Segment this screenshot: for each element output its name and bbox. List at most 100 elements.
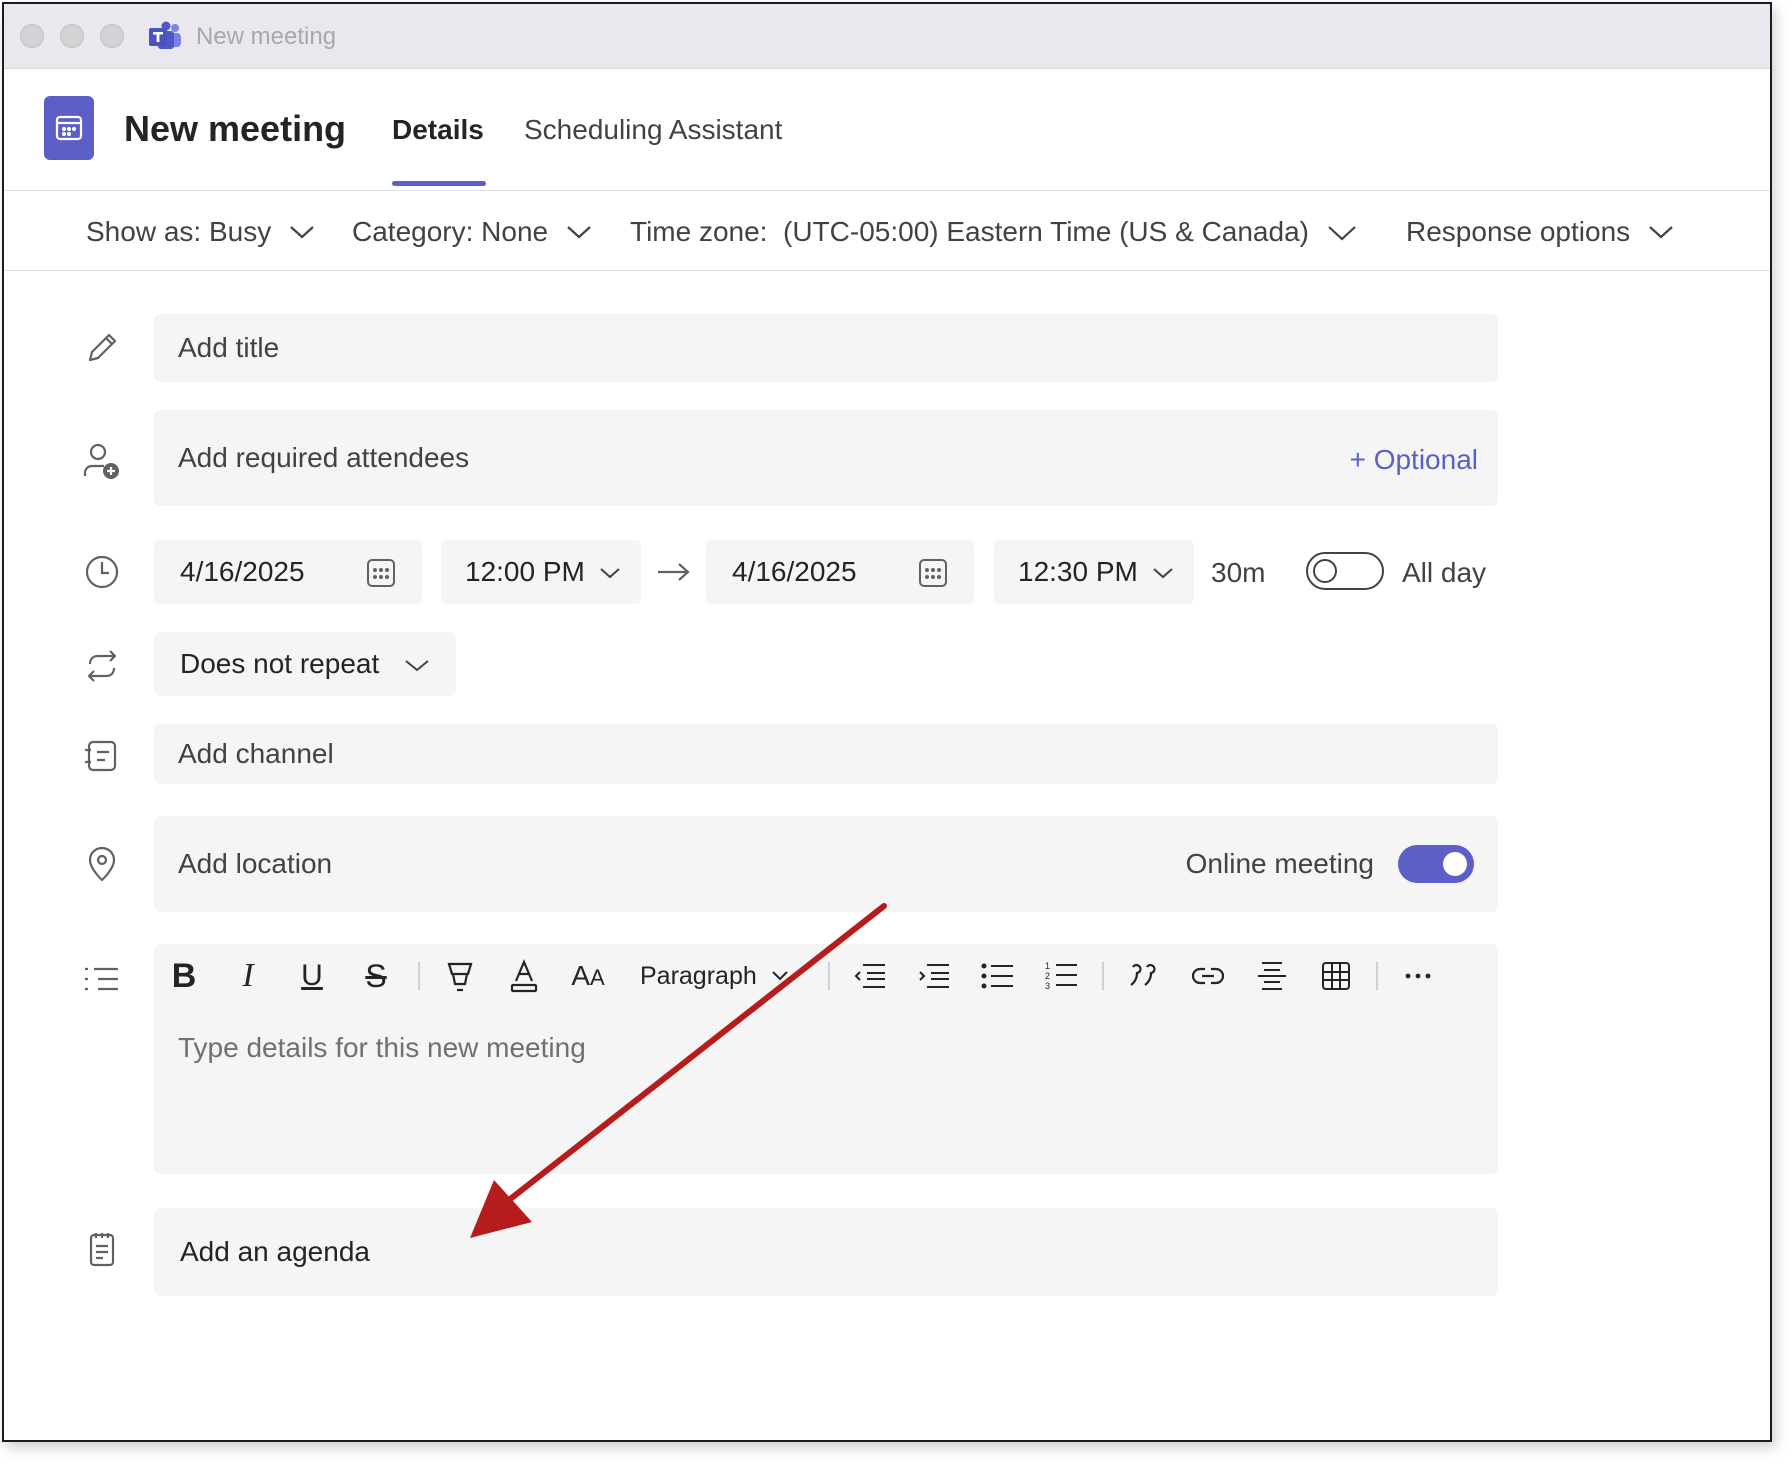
toolbar-separator (828, 962, 830, 990)
end-time-dropdown[interactable]: 12:30 PM (994, 540, 1194, 604)
calendar-icon (918, 558, 948, 588)
svg-text:3: 3 (1045, 981, 1050, 991)
optional-attendees-link[interactable]: + Optional (1350, 444, 1478, 476)
all-day-toggle[interactable] (1306, 552, 1384, 590)
bold-button[interactable]: B (162, 954, 206, 998)
end-time-value: 12:30 PM (1018, 556, 1138, 587)
details-placeholder: Type details for this new meeting (178, 1032, 586, 1063)
category-label: Category: None (352, 216, 549, 247)
location-pin-icon (82, 844, 122, 884)
indent-icon (917, 962, 951, 990)
end-date-value: 4/16/2025 (732, 556, 857, 587)
calendar-icon (55, 114, 83, 142)
zoom-window-button[interactable] (100, 24, 124, 48)
start-date-picker[interactable]: 4/16/2025 (154, 540, 422, 604)
underline-button[interactable]: U (290, 954, 334, 998)
calendar-icon (366, 558, 396, 588)
tab-details[interactable]: Details (392, 114, 484, 146)
all-day-label: All day (1402, 557, 1487, 588)
repeat-icon (82, 646, 122, 686)
paragraph-style-label: Paragraph (640, 961, 757, 990)
arrow-right-icon (656, 560, 692, 584)
title-placeholder: Add title (178, 332, 280, 363)
details-list-icon (82, 960, 122, 1000)
highlight-button[interactable] (438, 954, 482, 998)
show-as-dropdown[interactable]: Show as: Busy (86, 216, 315, 248)
page-title: New meeting (124, 108, 347, 149)
toolbar-separator (418, 962, 420, 990)
chevron-down-icon (1648, 224, 1674, 240)
title-bar: New meeting (4, 4, 1770, 69)
svg-text:2: 2 (1045, 971, 1050, 981)
font-size-button[interactable]: AA (566, 954, 610, 998)
quote-button[interactable] (1122, 954, 1166, 998)
bullet-list-icon (981, 962, 1015, 990)
calendar-tile (44, 96, 94, 160)
agenda-icon (82, 1230, 122, 1270)
chevron-down-icon (771, 970, 789, 982)
chevron-down-icon (599, 566, 621, 580)
highlighter-icon (445, 960, 475, 992)
agenda-field[interactable]: Add an agenda (154, 1208, 1498, 1296)
font-color-button[interactable] (502, 954, 546, 998)
horizontal-rule-button[interactable] (1250, 954, 1294, 998)
chevron-down-icon (289, 224, 315, 240)
font-color-icon (509, 959, 539, 993)
time-zone-dropdown[interactable]: Time zone: (UTC-05:00) Eastern Time (US … (630, 216, 1357, 248)
decrease-indent-button[interactable] (848, 954, 892, 998)
table-icon (1321, 961, 1351, 991)
time-zone-label: Time zone: (UTC-05:00) Eastern Time (US … (630, 216, 1309, 247)
italic-button[interactable]: I (226, 954, 270, 998)
response-options-dropdown[interactable]: Response options (1406, 216, 1674, 248)
agenda-placeholder: Add an agenda (180, 1236, 370, 1267)
channel-field[interactable]: Add channel (154, 724, 1498, 784)
repeat-dropdown[interactable]: Does not repeat (154, 632, 456, 696)
clock-icon (82, 552, 122, 592)
numbered-list-button[interactable]: 123 (1040, 954, 1084, 998)
paragraph-style-dropdown[interactable]: Paragraph (640, 954, 790, 998)
minimize-window-button[interactable] (60, 24, 84, 48)
start-time-dropdown[interactable]: 12:00 PM (441, 540, 641, 604)
teams-logo-icon (148, 21, 182, 51)
add-person-icon (82, 442, 122, 482)
bulleted-list-button[interactable] (976, 954, 1020, 998)
more-options-button[interactable] (1396, 954, 1440, 998)
chevron-down-icon (1152, 566, 1174, 580)
category-dropdown[interactable]: Category: None (352, 216, 592, 248)
quote-icon (1129, 963, 1159, 989)
more-horizontal-icon (1404, 972, 1432, 980)
insert-link-button[interactable] (1186, 954, 1230, 998)
link-icon (1191, 966, 1225, 986)
end-date-picker[interactable]: 4/16/2025 (706, 540, 974, 604)
options-divider (4, 270, 1770, 271)
toolbar-separator (1102, 962, 1104, 990)
horizontal-rule-icon (1256, 960, 1288, 992)
header-divider (4, 190, 1770, 191)
outdent-icon (853, 962, 887, 990)
meeting-window: New meeting New meeting Details Scheduli… (2, 2, 1772, 1442)
increase-indent-button[interactable] (912, 954, 956, 998)
attendees-field[interactable]: Add required attendees + Optional (154, 410, 1498, 506)
location-field[interactable]: Add location Online meeting (154, 816, 1498, 912)
pencil-icon (82, 328, 122, 368)
start-date-value: 4/16/2025 (180, 556, 305, 587)
svg-text:1: 1 (1045, 961, 1050, 971)
strikethrough-button[interactable]: S (354, 954, 398, 998)
toolbar-separator (1376, 962, 1378, 990)
location-placeholder: Add location (178, 848, 333, 879)
window-title: New meeting (196, 23, 337, 50)
start-time-value: 12:00 PM (465, 556, 585, 587)
repeat-value: Does not repeat (180, 648, 380, 679)
title-field[interactable]: Add title (154, 314, 1498, 382)
duration-label: 30m (1211, 557, 1266, 588)
attendees-placeholder: Add required attendees (178, 442, 470, 473)
insert-table-button[interactable] (1314, 954, 1358, 998)
chevron-down-icon (404, 658, 430, 672)
online-meeting-label: Online meeting (1185, 848, 1374, 879)
chevron-down-icon (1327, 223, 1357, 241)
online-meeting-toggle[interactable] (1398, 845, 1474, 883)
tab-scheduling-assistant[interactable]: Scheduling Assistant (524, 114, 782, 146)
close-window-button[interactable] (20, 24, 44, 48)
active-tab-indicator (392, 181, 486, 186)
show-as-label: Show as: Busy (86, 216, 272, 247)
